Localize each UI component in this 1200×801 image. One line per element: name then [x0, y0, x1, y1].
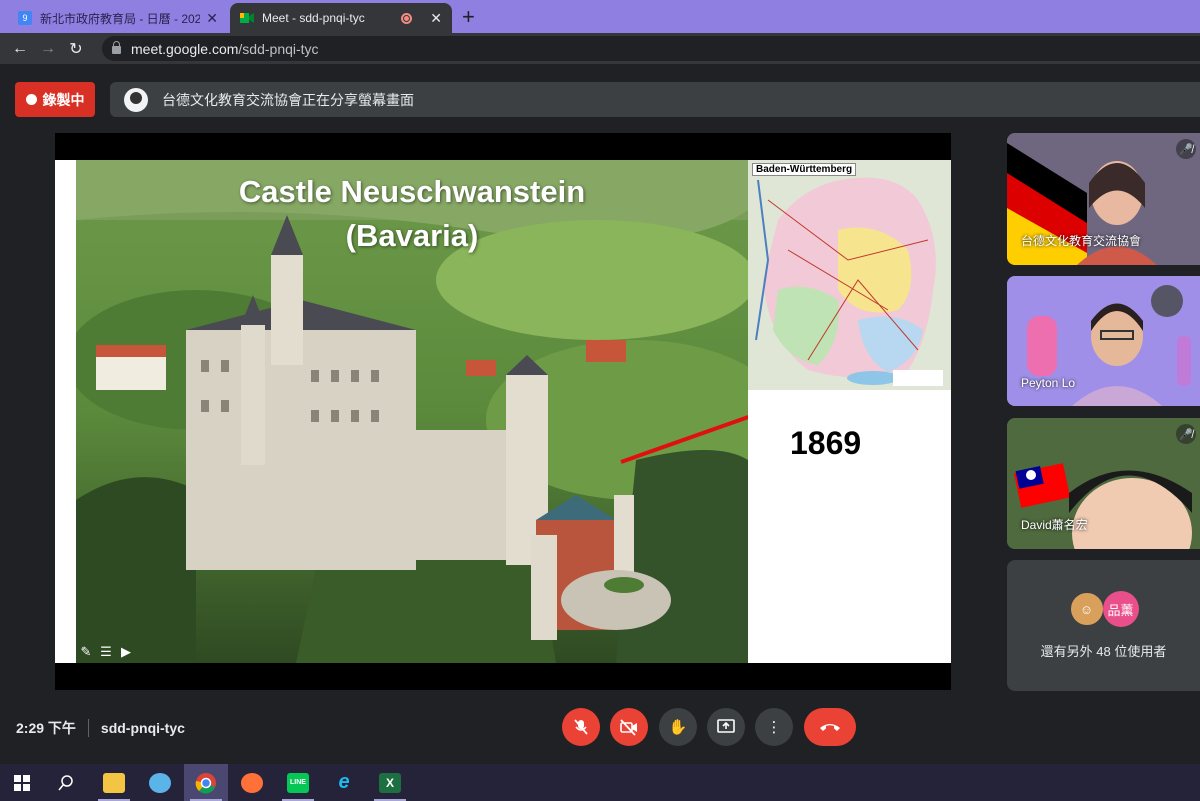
firefox-button[interactable]: [230, 764, 274, 801]
participant-name: Peyton Lo: [1021, 376, 1076, 390]
more-options-button[interactable]: ⋮: [755, 708, 793, 746]
close-icon[interactable]: ✕: [430, 10, 442, 27]
participant-name: 台德文化教育交流協會: [1021, 234, 1142, 248]
reload-icon[interactable]: ↻: [62, 39, 90, 59]
chrome-icon: [195, 772, 216, 794]
divider: [87, 719, 89, 737]
close-icon[interactable]: ✕: [206, 10, 218, 27]
avatar: [124, 87, 148, 112]
lock-icon: [112, 41, 121, 54]
record-dot-icon: [25, 94, 37, 105]
present-now-button[interactable]: [707, 708, 745, 746]
app-button[interactable]: [138, 764, 182, 801]
chrome-button[interactable]: [184, 764, 228, 801]
tab-meet[interactable]: Meet - sdd-pnqi-tyc ✕: [230, 3, 452, 33]
microphone-toggle-button[interactable]: [562, 708, 600, 746]
hang-up-icon: [820, 724, 840, 731]
slide-year: 1869: [790, 425, 862, 461]
next-slide-icon[interactable]: ▶: [117, 644, 135, 660]
recording-badge[interactable]: 錄製中: [15, 82, 95, 117]
camera-off-icon: [620, 719, 637, 736]
calendar-icon: 9: [18, 11, 32, 25]
more-vert-icon: ⋮: [766, 719, 782, 736]
previous-slide-icon[interactable]: ◀: [57, 644, 75, 660]
windows-taskbar: LINE e X: [0, 764, 1200, 801]
search-icon: [58, 774, 73, 790]
microphone-off-icon: 🎤̸: [1176, 424, 1196, 444]
region-map: Baden-Württemberg: [748, 160, 951, 390]
map-image: [748, 160, 951, 390]
folder-icon: [103, 772, 125, 793]
presenting-text: 台德文化教育交流協會正在分享螢幕畫面: [162, 91, 414, 108]
participant-name: David蕭名宏: [1021, 518, 1088, 532]
pen-icon[interactable]: ✎: [77, 644, 95, 660]
others-tile[interactable]: ☺ 品薰 還有另外 48 位使用者: [1007, 560, 1200, 691]
new-tab-button[interactable]: +: [462, 4, 475, 30]
others-summary: ☺ 品薰 還有另外 48 位使用者: [1007, 560, 1200, 691]
avatar: ☺: [1068, 591, 1105, 627]
url-path: /sdd-pnqi-tyc: [238, 40, 319, 57]
slide: Castle Neuschwanstein (Bavaria) Baden-Wü…: [55, 160, 951, 663]
camera-toggle-button[interactable]: [610, 708, 648, 746]
address-bar[interactable]: meet.google.com/sdd-pnqi-tyc: [102, 36, 1200, 61]
file-explorer-button[interactable]: [92, 764, 136, 801]
microphone-off-icon: 🎤̸: [1176, 139, 1196, 159]
forward-icon[interactable]: →: [34, 40, 62, 58]
presentation-stage: Castle Neuschwanstein (Bavaria) Baden-Wü…: [55, 133, 951, 690]
participant-tile[interactable]: Peyton Lo: [1007, 276, 1200, 406]
back-icon[interactable]: ←: [6, 40, 34, 58]
hand-icon: ✋: [668, 719, 688, 736]
participant-tile[interactable]: 🎤̸ 台德文化教育交流協會: [1007, 133, 1200, 265]
map-label: Baden-Württemberg: [752, 163, 857, 176]
microphone-off-icon: [574, 719, 588, 735]
internet-explorer-button[interactable]: e: [322, 764, 366, 801]
app-icon: [149, 772, 171, 793]
meeting-info: 2:29 下午 sdd-pnqi-tyc: [16, 719, 185, 737]
tab-calendar[interactable]: 9 新北市政府教育局 - 日曆 - 2021年 ✕: [8, 3, 228, 33]
tab-title: 新北市政府教育局 - 日曆 - 2021年: [40, 11, 201, 26]
windows-icon: [14, 774, 30, 791]
avatar: 品薰: [1102, 591, 1139, 627]
castle-photo: Castle Neuschwanstein (Bavaria): [76, 160, 748, 663]
slide-title: Castle Neuschwanstein: [238, 174, 586, 209]
recording-label: 錄製中: [42, 91, 85, 108]
line-button[interactable]: LINE: [276, 764, 320, 801]
tab-strip: 9 新北市政府教育局 - 日曆 - 2021年 ✕ Meet - sdd-pnq…: [0, 0, 1200, 33]
search-button[interactable]: [44, 764, 88, 801]
url-host: meet.google.com: [131, 40, 239, 57]
excel-icon: X: [379, 772, 401, 793]
meet-icon: [240, 13, 254, 23]
leave-call-button[interactable]: [804, 708, 856, 746]
slide-navigation: ◀ ✎ ☰ ▶: [57, 644, 135, 660]
firefox-icon: [241, 772, 263, 793]
internet-explorer-icon: e: [338, 771, 350, 793]
slide-subtitle: (Bavaria): [345, 218, 479, 253]
excel-button[interactable]: X: [368, 764, 412, 801]
presenting-banner: 台德文化教育交流協會正在分享螢幕畫面: [110, 82, 1200, 117]
meeting-code: sdd-pnqi-tyc: [100, 720, 185, 736]
participant-tile[interactable]: 🎤̸ David蕭名宏: [1007, 418, 1200, 549]
start-button[interactable]: [0, 764, 44, 801]
raise-hand-button[interactable]: ✋: [659, 708, 697, 746]
recording-icon: [401, 12, 413, 24]
line-icon: LINE: [287, 772, 309, 793]
tab-title: Meet - sdd-pnqi-tyc: [262, 11, 365, 25]
menu-icon[interactable]: ☰: [97, 644, 115, 660]
browser-toolbar: ← → ↻ meet.google.com/sdd-pnqi-tyc: [0, 33, 1200, 64]
others-count-text: 還有另外 48 位使用者: [1040, 644, 1167, 659]
present-screen-icon: [717, 719, 735, 733]
meeting-time: 2:29 下午: [16, 720, 76, 736]
